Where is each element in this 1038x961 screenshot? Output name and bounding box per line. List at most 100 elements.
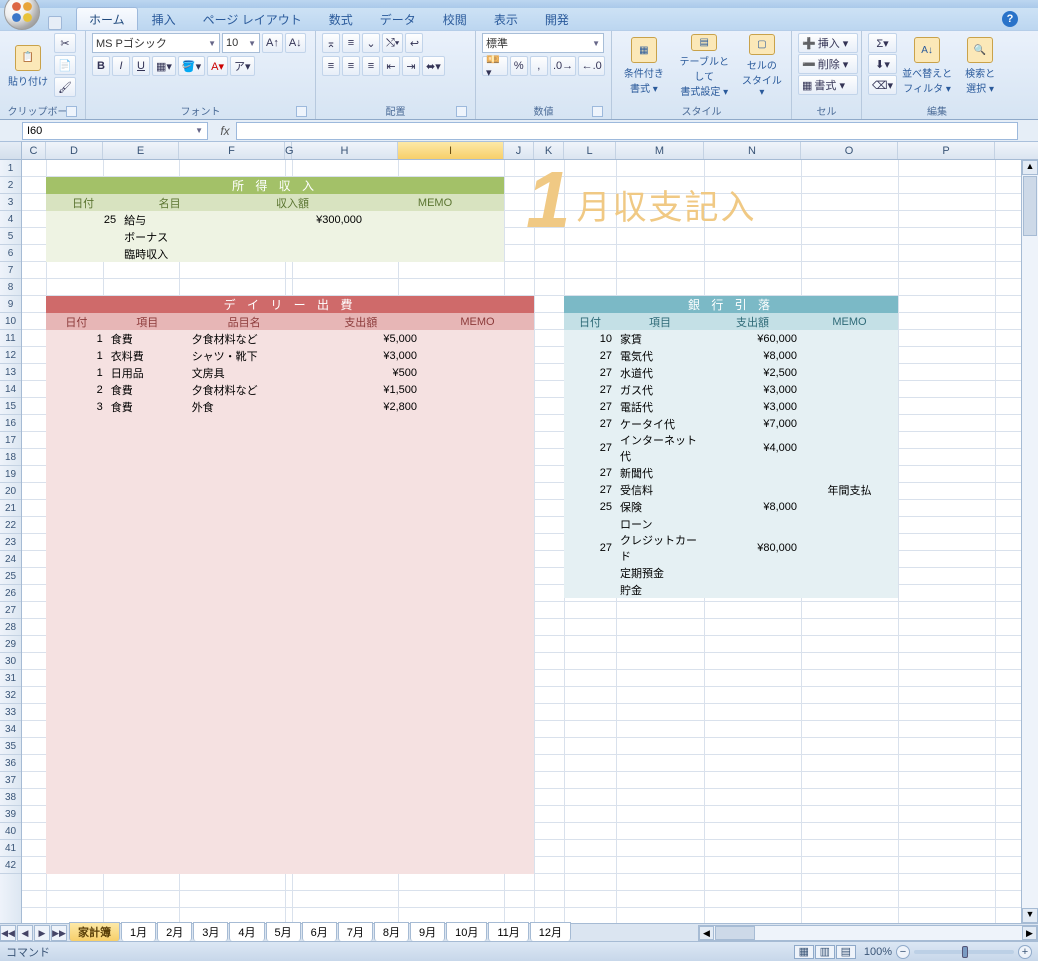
number-format-combo[interactable]: 標準▼ xyxy=(482,33,604,53)
col-header-F[interactable]: F xyxy=(179,142,285,159)
sheet-tab-2月[interactable]: 2月 xyxy=(157,922,192,941)
row-header-9[interactable]: 9 xyxy=(0,296,21,313)
row-header-42[interactable]: 42 xyxy=(0,857,21,874)
name-box[interactable]: I60▼ xyxy=(22,122,208,140)
row-header-22[interactable]: 22 xyxy=(0,517,21,534)
row-header-7[interactable]: 7 xyxy=(0,262,21,279)
scroll-down-button[interactable]: ▼ xyxy=(1022,908,1038,923)
row-header-14[interactable]: 14 xyxy=(0,381,21,398)
zoom-in-button[interactable]: + xyxy=(1018,945,1032,959)
normal-view-button[interactable]: ▦ xyxy=(794,945,814,959)
sheet-nav-next[interactable]: ▶ xyxy=(34,925,50,941)
merge-center-button[interactable]: ⬌▾ xyxy=(422,56,445,76)
format-as-table-button[interactable]: ▤テーブルとして 書式設定 ▾ xyxy=(674,33,735,99)
row-header-5[interactable]: 5 xyxy=(0,228,21,245)
number-dialog-launcher[interactable] xyxy=(592,106,603,117)
row-header-16[interactable]: 16 xyxy=(0,415,21,432)
row-header-29[interactable]: 29 xyxy=(0,636,21,653)
row-header-13[interactable]: 13 xyxy=(0,364,21,381)
col-header-L[interactable]: L xyxy=(564,142,616,159)
scroll-up-button[interactable]: ▲ xyxy=(1022,160,1038,175)
alignment-dialog-launcher[interactable] xyxy=(456,106,467,117)
conditional-format-button[interactable]: ▦条件付き 書式 ▾ xyxy=(618,33,670,99)
sheet-tab-11月[interactable]: 11月 xyxy=(488,922,528,941)
row-header-32[interactable]: 32 xyxy=(0,687,21,704)
wrap-text-button[interactable]: ↩ xyxy=(405,33,423,53)
col-header-E[interactable]: E xyxy=(103,142,179,159)
paste-button[interactable]: 📋 貼り付け xyxy=(6,33,50,99)
row-header-37[interactable]: 37 xyxy=(0,772,21,789)
row-header-40[interactable]: 40 xyxy=(0,823,21,840)
zoom-level[interactable]: 100% xyxy=(864,946,892,958)
row-header-17[interactable]: 17 xyxy=(0,432,21,449)
ribbon-tab-2[interactable]: ページ レイアウト xyxy=(190,7,315,30)
col-header-M[interactable]: M xyxy=(616,142,704,159)
sheet-tab-5月[interactable]: 5月 xyxy=(266,922,301,941)
col-header-H[interactable]: H xyxy=(292,142,398,159)
increase-indent-button[interactable]: ⇥ xyxy=(402,56,420,76)
row-header-6[interactable]: 6 xyxy=(0,245,21,262)
col-header-G[interactable]: G xyxy=(285,142,292,159)
sheet-tab-8月[interactable]: 8月 xyxy=(374,922,409,941)
find-select-button[interactable]: 🔍検索と 選択 ▾ xyxy=(957,33,1003,99)
col-header-O[interactable]: O xyxy=(801,142,898,159)
decrease-decimal-button[interactable]: ←.0 xyxy=(578,56,605,76)
row-header-18[interactable]: 18 xyxy=(0,449,21,466)
horizontal-scrollbar[interactable]: ◀ ▶ xyxy=(698,925,1038,941)
office-button[interactable] xyxy=(4,0,40,30)
ribbon-tab-7[interactable]: 開発 xyxy=(532,7,582,30)
page-layout-view-button[interactable]: ▥ xyxy=(815,945,835,959)
zoom-out-button[interactable]: − xyxy=(896,945,910,959)
row-header-35[interactable]: 35 xyxy=(0,738,21,755)
ribbon-tab-3[interactable]: 数式 xyxy=(316,7,366,30)
row-header-10[interactable]: 10 xyxy=(0,313,21,330)
scroll-left-button[interactable]: ◀ xyxy=(699,926,714,940)
sheet-tab-7月[interactable]: 7月 xyxy=(338,922,373,941)
sheet-tab-家計簿[interactable]: 家計簿 xyxy=(69,922,120,941)
row-header-19[interactable]: 19 xyxy=(0,466,21,483)
sheet-nav-first[interactable]: ◀◀ xyxy=(0,925,16,941)
ribbon-tab-4[interactable]: データ xyxy=(367,7,429,30)
border-button[interactable]: ▦▾ xyxy=(152,56,176,76)
decrease-indent-button[interactable]: ⇤ xyxy=(382,56,400,76)
row-header-34[interactable]: 34 xyxy=(0,721,21,738)
row-header-31[interactable]: 31 xyxy=(0,670,21,687)
clear-button[interactable]: ⌫▾ xyxy=(868,75,897,95)
row-header-23[interactable]: 23 xyxy=(0,534,21,551)
align-right-button[interactable]: ≡ xyxy=(362,56,380,76)
accounting-format-button[interactable]: 💴▾ xyxy=(482,56,508,76)
row-header-28[interactable]: 28 xyxy=(0,619,21,636)
row-header-15[interactable]: 15 xyxy=(0,398,21,415)
grow-font-button[interactable]: A↑ xyxy=(262,33,283,53)
font-dialog-launcher[interactable] xyxy=(296,106,307,117)
shrink-font-button[interactable]: A↓ xyxy=(285,33,306,53)
increase-decimal-button[interactable]: .0→ xyxy=(550,56,577,76)
col-header-P[interactable]: P xyxy=(898,142,995,159)
vertical-scrollbar[interactable]: ▲ ▼ xyxy=(1021,160,1038,923)
ribbon-tab-6[interactable]: 表示 xyxy=(481,7,531,30)
align-top-button[interactable]: ⌅ xyxy=(322,33,340,53)
row-header-12[interactable]: 12 xyxy=(0,347,21,364)
font-name-combo[interactable]: MS Pゴシック▼ xyxy=(92,33,220,53)
zoom-thumb[interactable] xyxy=(962,946,968,958)
row-header-39[interactable]: 39 xyxy=(0,806,21,823)
row-header-36[interactable]: 36 xyxy=(0,755,21,772)
select-all-corner[interactable] xyxy=(0,142,22,159)
ribbon-tab-0[interactable]: ホーム xyxy=(76,7,138,30)
copy-button[interactable]: 📄 xyxy=(54,55,76,75)
row-header-11[interactable]: 11 xyxy=(0,330,21,347)
row-header-41[interactable]: 41 xyxy=(0,840,21,857)
font-color-button[interactable]: A▾ xyxy=(207,56,228,76)
align-bottom-button[interactable]: ⌄ xyxy=(362,33,380,53)
col-header-C[interactable]: C xyxy=(22,142,46,159)
page-break-view-button[interactable]: ▤ xyxy=(836,945,856,959)
row-header-38[interactable]: 38 xyxy=(0,789,21,806)
insert-cells-button[interactable]: ➕ 挿入 ▾ xyxy=(798,33,858,53)
col-header-D[interactable]: D xyxy=(46,142,103,159)
delete-cells-button[interactable]: ➖ 削除 ▾ xyxy=(798,54,858,74)
sheet-tab-10月[interactable]: 10月 xyxy=(446,922,487,941)
row-header-26[interactable]: 26 xyxy=(0,585,21,602)
clipboard-dialog-launcher[interactable] xyxy=(66,106,77,117)
zoom-slider[interactable] xyxy=(914,950,1014,954)
sheet-tab-9月[interactable]: 9月 xyxy=(410,922,445,941)
